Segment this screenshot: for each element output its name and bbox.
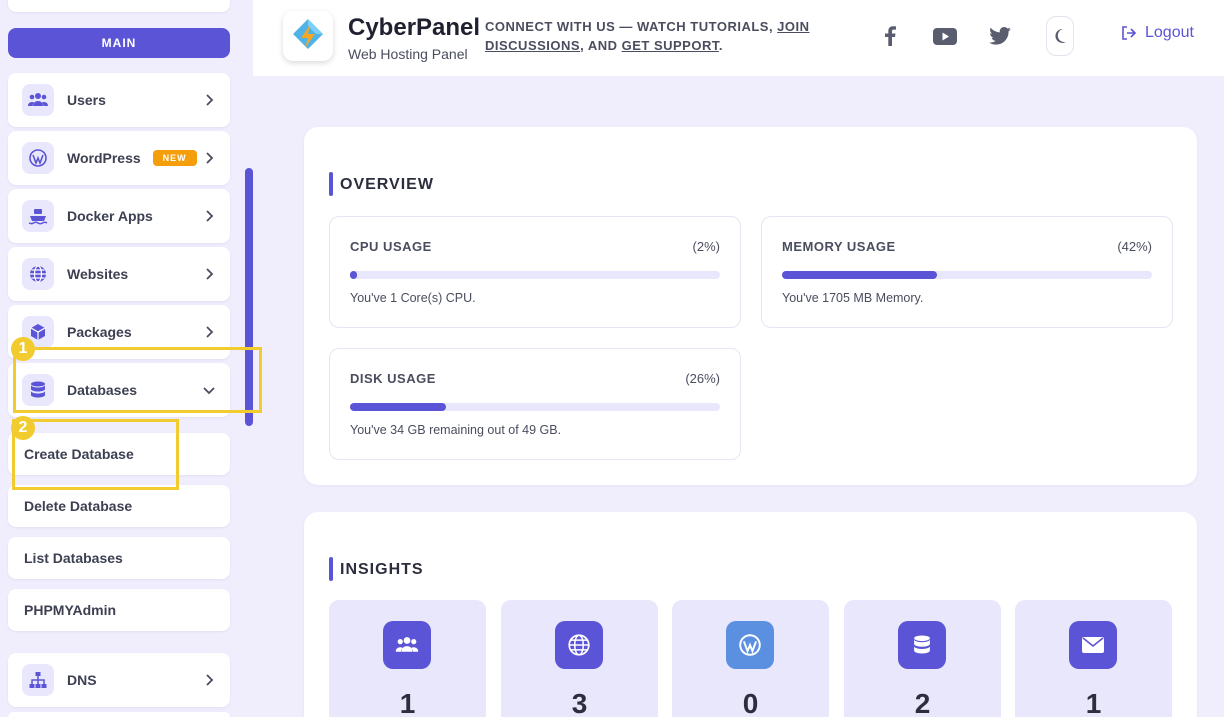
connect-message: CONNECT WITH US — WATCH TUTORIALS, JOIN … xyxy=(485,17,815,55)
cpu-usage-title: CPU USAGE xyxy=(350,239,432,254)
insight-card-users[interactable]: 1 xyxy=(329,600,486,717)
sidebar-item-label: DNS xyxy=(67,672,97,688)
connect-mid: , AND xyxy=(580,38,622,53)
insight-card-databases[interactable]: 2 xyxy=(844,600,1001,717)
sidebar-subitem-list-databases[interactable]: List Databases xyxy=(8,537,230,579)
insight-card-websites[interactable]: 3 xyxy=(501,600,658,717)
top-header: CyberPanel Web Hosting Panel CONNECT WIT… xyxy=(253,0,1224,76)
chevron-right-icon xyxy=(206,674,214,686)
wordpress-icon xyxy=(726,621,774,669)
sitemap-icon xyxy=(22,664,54,696)
insights-panel: INSIGHTS 1 3 0 2 1 xyxy=(304,512,1197,717)
chevron-right-icon xyxy=(206,326,214,338)
memory-usage-title: MEMORY USAGE xyxy=(782,239,896,254)
chevron-right-icon xyxy=(206,94,214,106)
sidebar-item-label: Packages xyxy=(67,324,132,340)
insight-value: 2 xyxy=(914,688,931,717)
disk-usage-percent: (26%) xyxy=(685,371,720,386)
sidebar-item-websites[interactable]: Websites xyxy=(8,247,230,301)
memory-usage-percent: (42%) xyxy=(1117,239,1152,254)
database-icon xyxy=(898,621,946,669)
memory-usage-desc: You've 1705 MB Memory. xyxy=(782,291,924,305)
memory-usage-card: MEMORY USAGE (42%) You've 1705 MB Memory… xyxy=(761,216,1173,328)
youtube-icon[interactable] xyxy=(931,22,959,50)
brand-subtitle: Web Hosting Panel xyxy=(348,46,468,62)
memory-usage-bar xyxy=(782,271,1152,279)
sidebar-subitem-phpmyadmin[interactable]: PHPMYAdmin xyxy=(8,589,230,631)
disk-usage-card: DISK USAGE (26%) You've 34 GB remaining … xyxy=(329,348,741,460)
sidebar-subitem-delete-database[interactable]: Delete Database xyxy=(8,485,230,527)
users-icon xyxy=(22,84,54,116)
globe-icon xyxy=(555,621,603,669)
sidebar-item-label: WordPress xyxy=(67,150,141,166)
highlight-number-2: 2 xyxy=(11,416,35,440)
highlight-number-1: 1 xyxy=(11,337,35,361)
insights-title: INSIGHTS xyxy=(329,557,424,581)
chevron-right-icon xyxy=(206,268,214,280)
insight-value: 3 xyxy=(571,688,588,717)
cpu-usage-percent: (2%) xyxy=(692,239,720,254)
sidebar-item-dns[interactable]: DNS xyxy=(8,653,230,707)
docker-icon xyxy=(22,200,54,232)
chevron-right-icon xyxy=(206,210,214,222)
cpu-usage-fill xyxy=(350,271,358,279)
disk-usage-title: DISK USAGE xyxy=(350,371,436,386)
memory-usage-fill xyxy=(782,271,938,279)
overview-panel: OVERVIEW CPU USAGE (2%) You've 1 Core(s)… xyxy=(304,127,1197,485)
highlight-box-create-database xyxy=(12,419,179,490)
sidebar-next-card xyxy=(8,712,230,717)
highlight-box-databases xyxy=(13,347,262,413)
globe-icon xyxy=(22,258,54,290)
wordpress-icon xyxy=(22,142,54,174)
insight-value: 1 xyxy=(399,688,416,717)
chevron-right-icon xyxy=(206,152,214,164)
get-support-link[interactable]: GET SUPPORT xyxy=(622,38,719,53)
moon-icon xyxy=(1055,28,1066,43)
disk-usage-bar xyxy=(350,403,720,411)
disk-usage-fill xyxy=(350,403,447,411)
sidebar-item-label: Docker Apps xyxy=(67,208,153,224)
cpu-usage-card: CPU USAGE (2%) You've 1 Core(s) CPU. xyxy=(329,216,741,328)
insight-card-emails[interactable]: 1 xyxy=(1015,600,1172,717)
sidebar-item-users[interactable]: Users xyxy=(8,73,230,127)
logout-button[interactable]: Logout xyxy=(1121,24,1194,42)
insight-card-wordpress[interactable]: 0 xyxy=(672,600,829,717)
sidebar-item-wordpress[interactable]: WordPress NEW xyxy=(8,131,230,185)
sidebar-item-label: Users xyxy=(67,92,106,108)
brand-title: CyberPanel xyxy=(348,14,481,41)
dark-mode-toggle[interactable] xyxy=(1046,16,1074,56)
facebook-icon[interactable] xyxy=(876,22,904,50)
envelope-icon xyxy=(1069,621,1117,669)
main-section-button[interactable]: MAIN xyxy=(8,28,230,58)
twitter-icon[interactable] xyxy=(986,22,1014,50)
cpu-usage-bar xyxy=(350,271,720,279)
sidebar-item-docker-apps[interactable]: Docker Apps xyxy=(8,189,230,243)
users-icon xyxy=(383,621,431,669)
sidebar-item-label: Websites xyxy=(67,266,129,282)
sidebar: MAIN Users WordPress NEW Docker Apps Web… xyxy=(0,0,262,717)
cpu-usage-desc: You've 1 Core(s) CPU. xyxy=(350,291,476,305)
sidebar-top-card xyxy=(8,0,230,12)
new-badge: NEW xyxy=(152,150,197,166)
disk-usage-desc: You've 34 GB remaining out of 49 GB. xyxy=(350,423,562,437)
connect-prefix: CONNECT WITH US — WATCH TUTORIALS, xyxy=(485,19,778,34)
cyberpanel-logo[interactable] xyxy=(283,11,333,61)
connect-suffix: . xyxy=(718,38,723,53)
logout-icon xyxy=(1122,26,1137,40)
insight-value: 1 xyxy=(1085,688,1102,717)
logout-label: Logout xyxy=(1145,24,1194,41)
overview-title: OVERVIEW xyxy=(329,172,434,196)
insight-value: 0 xyxy=(742,688,759,717)
